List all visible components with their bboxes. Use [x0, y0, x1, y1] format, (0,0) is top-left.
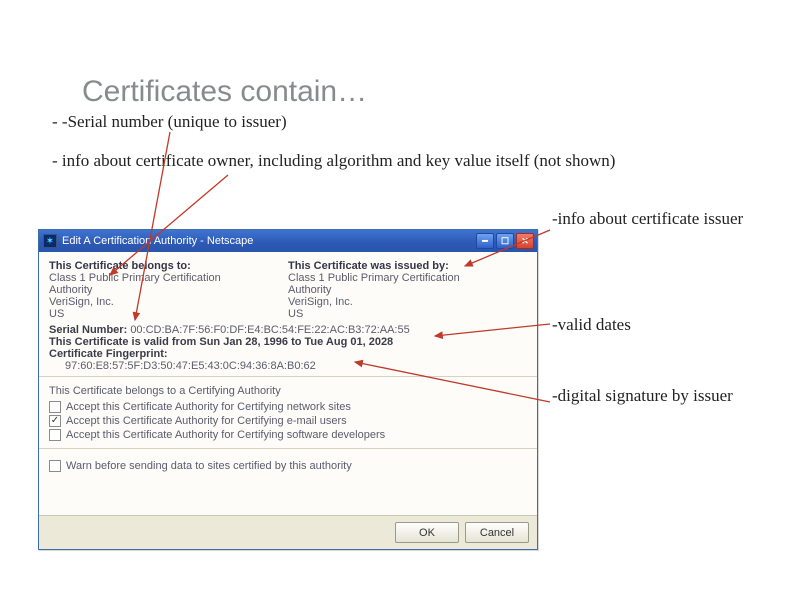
cert-authority-dialog: ✶ Edit A Certification Authority - Netsc…: [38, 229, 538, 550]
cert-org: VeriSign, Inc.: [49, 296, 288, 308]
checkbox-row-warn[interactable]: Warn before sending data to sites certif…: [49, 459, 527, 473]
fingerprint-value: 97:60:E8:57:5F:D3:50:47:E5:43:0C:94:36:8…: [49, 360, 527, 372]
close-button[interactable]: ✕: [516, 233, 534, 249]
checkbox-label: Accept this Certificate Authority for Ce…: [66, 429, 385, 441]
cert-country: US: [49, 308, 288, 320]
netscape-icon: ✶: [43, 234, 57, 248]
issued-by-header: This Certificate was issued by:: [288, 260, 527, 272]
bullet-serial: - -Serial number (unique to issuer): [52, 112, 287, 132]
label-digital-signature: -digital signature by issuer: [552, 385, 752, 408]
cert-name-line1: Class 1 Public Primary Certification: [49, 272, 288, 284]
label-valid-dates: -valid dates: [552, 315, 631, 335]
issuer-name-line1: Class 1 Public Primary Certification: [288, 272, 527, 284]
checkbox-label: Accept this Certificate Authority for Ce…: [66, 415, 347, 427]
serial-row: Serial Number: 00:CD:BA:7F:56:F0:DF:E4:B…: [49, 324, 527, 336]
checkbox-icon[interactable]: [49, 429, 61, 441]
label-issuer-info: -info about certificate issuer: [552, 208, 747, 231]
cert-details-section: This Certificate belongs to: Class 1 Pub…: [39, 252, 537, 377]
dialog-title: Edit A Certification Authority - Netscap…: [62, 235, 476, 247]
bullet-owner-info: - info about certificate owner, includin…: [52, 148, 732, 174]
checkbox-icon[interactable]: [49, 401, 61, 413]
ca-statement: This Certificate belongs to a Certifying…: [49, 385, 527, 397]
warn-section: Warn before sending data to sites certif…: [39, 449, 537, 515]
checkbox-row-software[interactable]: Accept this Certificate Authority for Ce…: [49, 428, 527, 442]
fingerprint-label: Certificate Fingerprint:: [49, 348, 527, 360]
checkbox-label: Warn before sending data to sites certif…: [66, 460, 352, 472]
dialog-titlebar: ✶ Edit A Certification Authority - Netsc…: [39, 230, 537, 252]
issued-by-column: This Certificate was issued by: Class 1 …: [288, 260, 527, 320]
checkbox-row-network[interactable]: Accept this Certificate Authority for Ce…: [49, 400, 527, 414]
dialog-button-bar: OK Cancel: [39, 515, 537, 549]
checkbox-icon[interactable]: [49, 460, 61, 472]
issuer-country: US: [288, 308, 527, 320]
belongs-to-column: This Certificate belongs to: Class 1 Pub…: [49, 260, 288, 320]
checkbox-row-email[interactable]: Accept this Certificate Authority for Ce…: [49, 414, 527, 428]
cert-name-line2: Authority: [49, 284, 288, 296]
serial-label: Serial Number:: [49, 324, 127, 336]
cancel-button[interactable]: Cancel: [465, 522, 529, 543]
belongs-to-header: This Certificate belongs to:: [49, 260, 288, 272]
issuer-org: VeriSign, Inc.: [288, 296, 527, 308]
issuer-name-line2: Authority: [288, 284, 527, 296]
maximize-button[interactable]: ☐: [496, 233, 514, 249]
slide-title: Certificates contain…: [82, 75, 367, 109]
checkbox-icon[interactable]: [49, 415, 61, 427]
minimize-button[interactable]: ━: [476, 233, 494, 249]
validity-row: This Certificate is valid from Sun Jan 2…: [49, 336, 527, 348]
checkbox-label: Accept this Certificate Authority for Ce…: [66, 401, 351, 413]
accept-options-section: This Certificate belongs to a Certifying…: [39, 377, 537, 449]
serial-value: 00:CD:BA:7F:56:F0:DF:E4:BC:54:FE:22:AC:B…: [130, 324, 409, 336]
ok-button[interactable]: OK: [395, 522, 459, 543]
